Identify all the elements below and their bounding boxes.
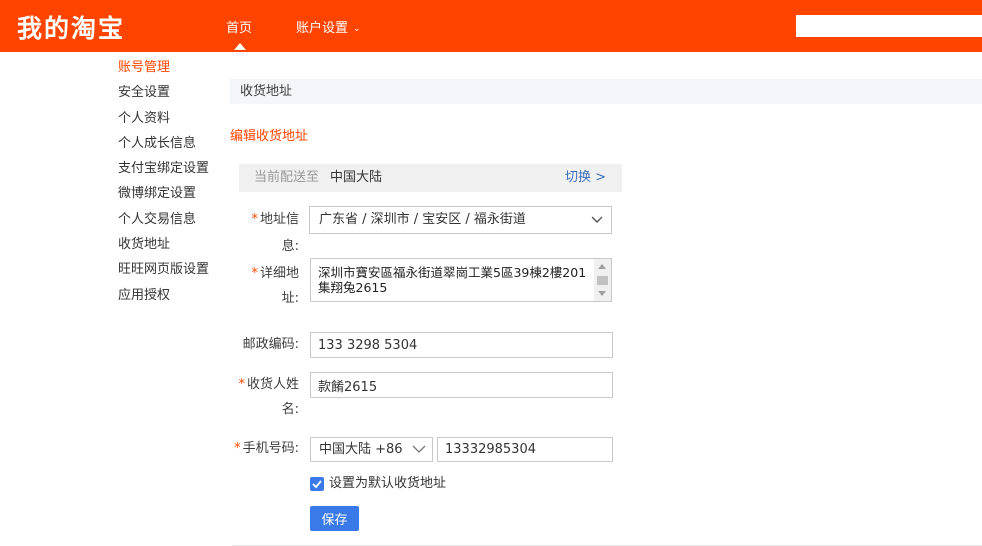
required-mark: * — [238, 377, 245, 392]
nav-active-indicator — [234, 43, 246, 50]
recipient-name-input[interactable] — [310, 372, 613, 398]
section-title-bar: 收货地址 — [230, 79, 982, 104]
default-address-checkbox[interactable] — [310, 477, 324, 491]
phone-region-select[interactable]: 中国大陆 +86 — [310, 437, 433, 462]
sidebar: 账号管理 安全设置 个人资料 个人成长信息 支付宝绑定设置 微博绑定设置 个人交… — [118, 58, 209, 311]
deliver-label: 当前配送至 — [254, 170, 320, 185]
nav-account-label: 账户设置 — [296, 21, 349, 36]
phone-region-value: 中国大陆 +86 — [319, 442, 403, 457]
chevron-down-icon: ⌄ — [353, 24, 361, 34]
deliver-to-bar: 当前配送至 中国大陆 切换 > — [239, 164, 622, 192]
switch-region-link[interactable]: 切换 > — [565, 164, 606, 192]
textarea-scrollbar[interactable] — [594, 259, 611, 301]
region-select-value: 广东省 / 深圳市 / 宝安区 / 福永街道 — [319, 212, 526, 227]
sidebar-item-address[interactable]: 收货地址 — [118, 235, 209, 260]
required-mark: * — [251, 212, 258, 227]
phone-number-input[interactable] — [437, 437, 613, 462]
recipient-name-label: * 收货人姓 — [238, 377, 299, 392]
sidebar-item-weibo[interactable]: 微博绑定设置 — [118, 184, 209, 209]
scroll-down-icon[interactable] — [598, 291, 606, 296]
required-mark: * — [251, 266, 258, 281]
required-mark: * — [234, 441, 241, 456]
save-button[interactable]: 保存 — [310, 506, 359, 531]
sidebar-item-profile[interactable]: 个人资料 — [118, 109, 209, 134]
chevron-down-icon — [591, 207, 603, 242]
sidebar-item-trade-info[interactable]: 个人交易信息 — [118, 210, 209, 235]
nav-home[interactable]: 首页 — [226, 17, 252, 36]
scroll-thumb[interactable] — [597, 276, 608, 285]
scroll-up-icon[interactable] — [598, 264, 606, 269]
sidebar-item-security[interactable]: 安全设置 — [118, 83, 209, 108]
sidebar-item-account-management[interactable]: 账号管理 — [118, 58, 209, 83]
default-address-label[interactable]: 设置为默认收货地址 — [329, 476, 446, 492]
logo[interactable]: 我的淘宝 — [17, 9, 125, 45]
detail-address-label-cont: 址: — [281, 291, 299, 306]
region-label-cont: 息: — [281, 239, 299, 254]
detail-address-label: * 详细地 — [251, 266, 299, 281]
detail-address-textarea[interactable]: 深圳市寶安區福永街道翠崗工業5區39棟2樓201集翔兔2615 — [310, 258, 612, 302]
sidebar-item-app-auth[interactable]: 应用授权 — [118, 286, 209, 311]
postcode-input[interactable] — [310, 332, 613, 358]
deliver-region: 中国大陆 — [330, 170, 383, 185]
chevron-down-icon — [412, 438, 426, 469]
region-label: * 地址信 — [251, 212, 299, 227]
region-select[interactable]: 广东省 / 深圳市 / 宝安区 / 福永街道 — [309, 206, 612, 234]
sidebar-item-alipay[interactable]: 支付宝绑定设置 — [118, 159, 209, 184]
edit-address-title: 编辑收货地址 — [230, 129, 309, 144]
nav-account-settings[interactable]: 账户设置 ⌄ — [296, 17, 361, 36]
postcode-label: 邮政编码: — [242, 337, 299, 352]
top-header: 我的淘宝 首页 账户设置 ⌄ — [0, 0, 982, 52]
sidebar-item-wangwang[interactable]: 旺旺网页版设置 — [118, 260, 209, 285]
recipient-name-label-cont: 名: — [281, 402, 299, 417]
search-input[interactable] — [796, 15, 982, 37]
sidebar-item-growth[interactable]: 个人成长信息 — [118, 134, 209, 159]
phone-label: * 手机号码: — [234, 441, 299, 456]
